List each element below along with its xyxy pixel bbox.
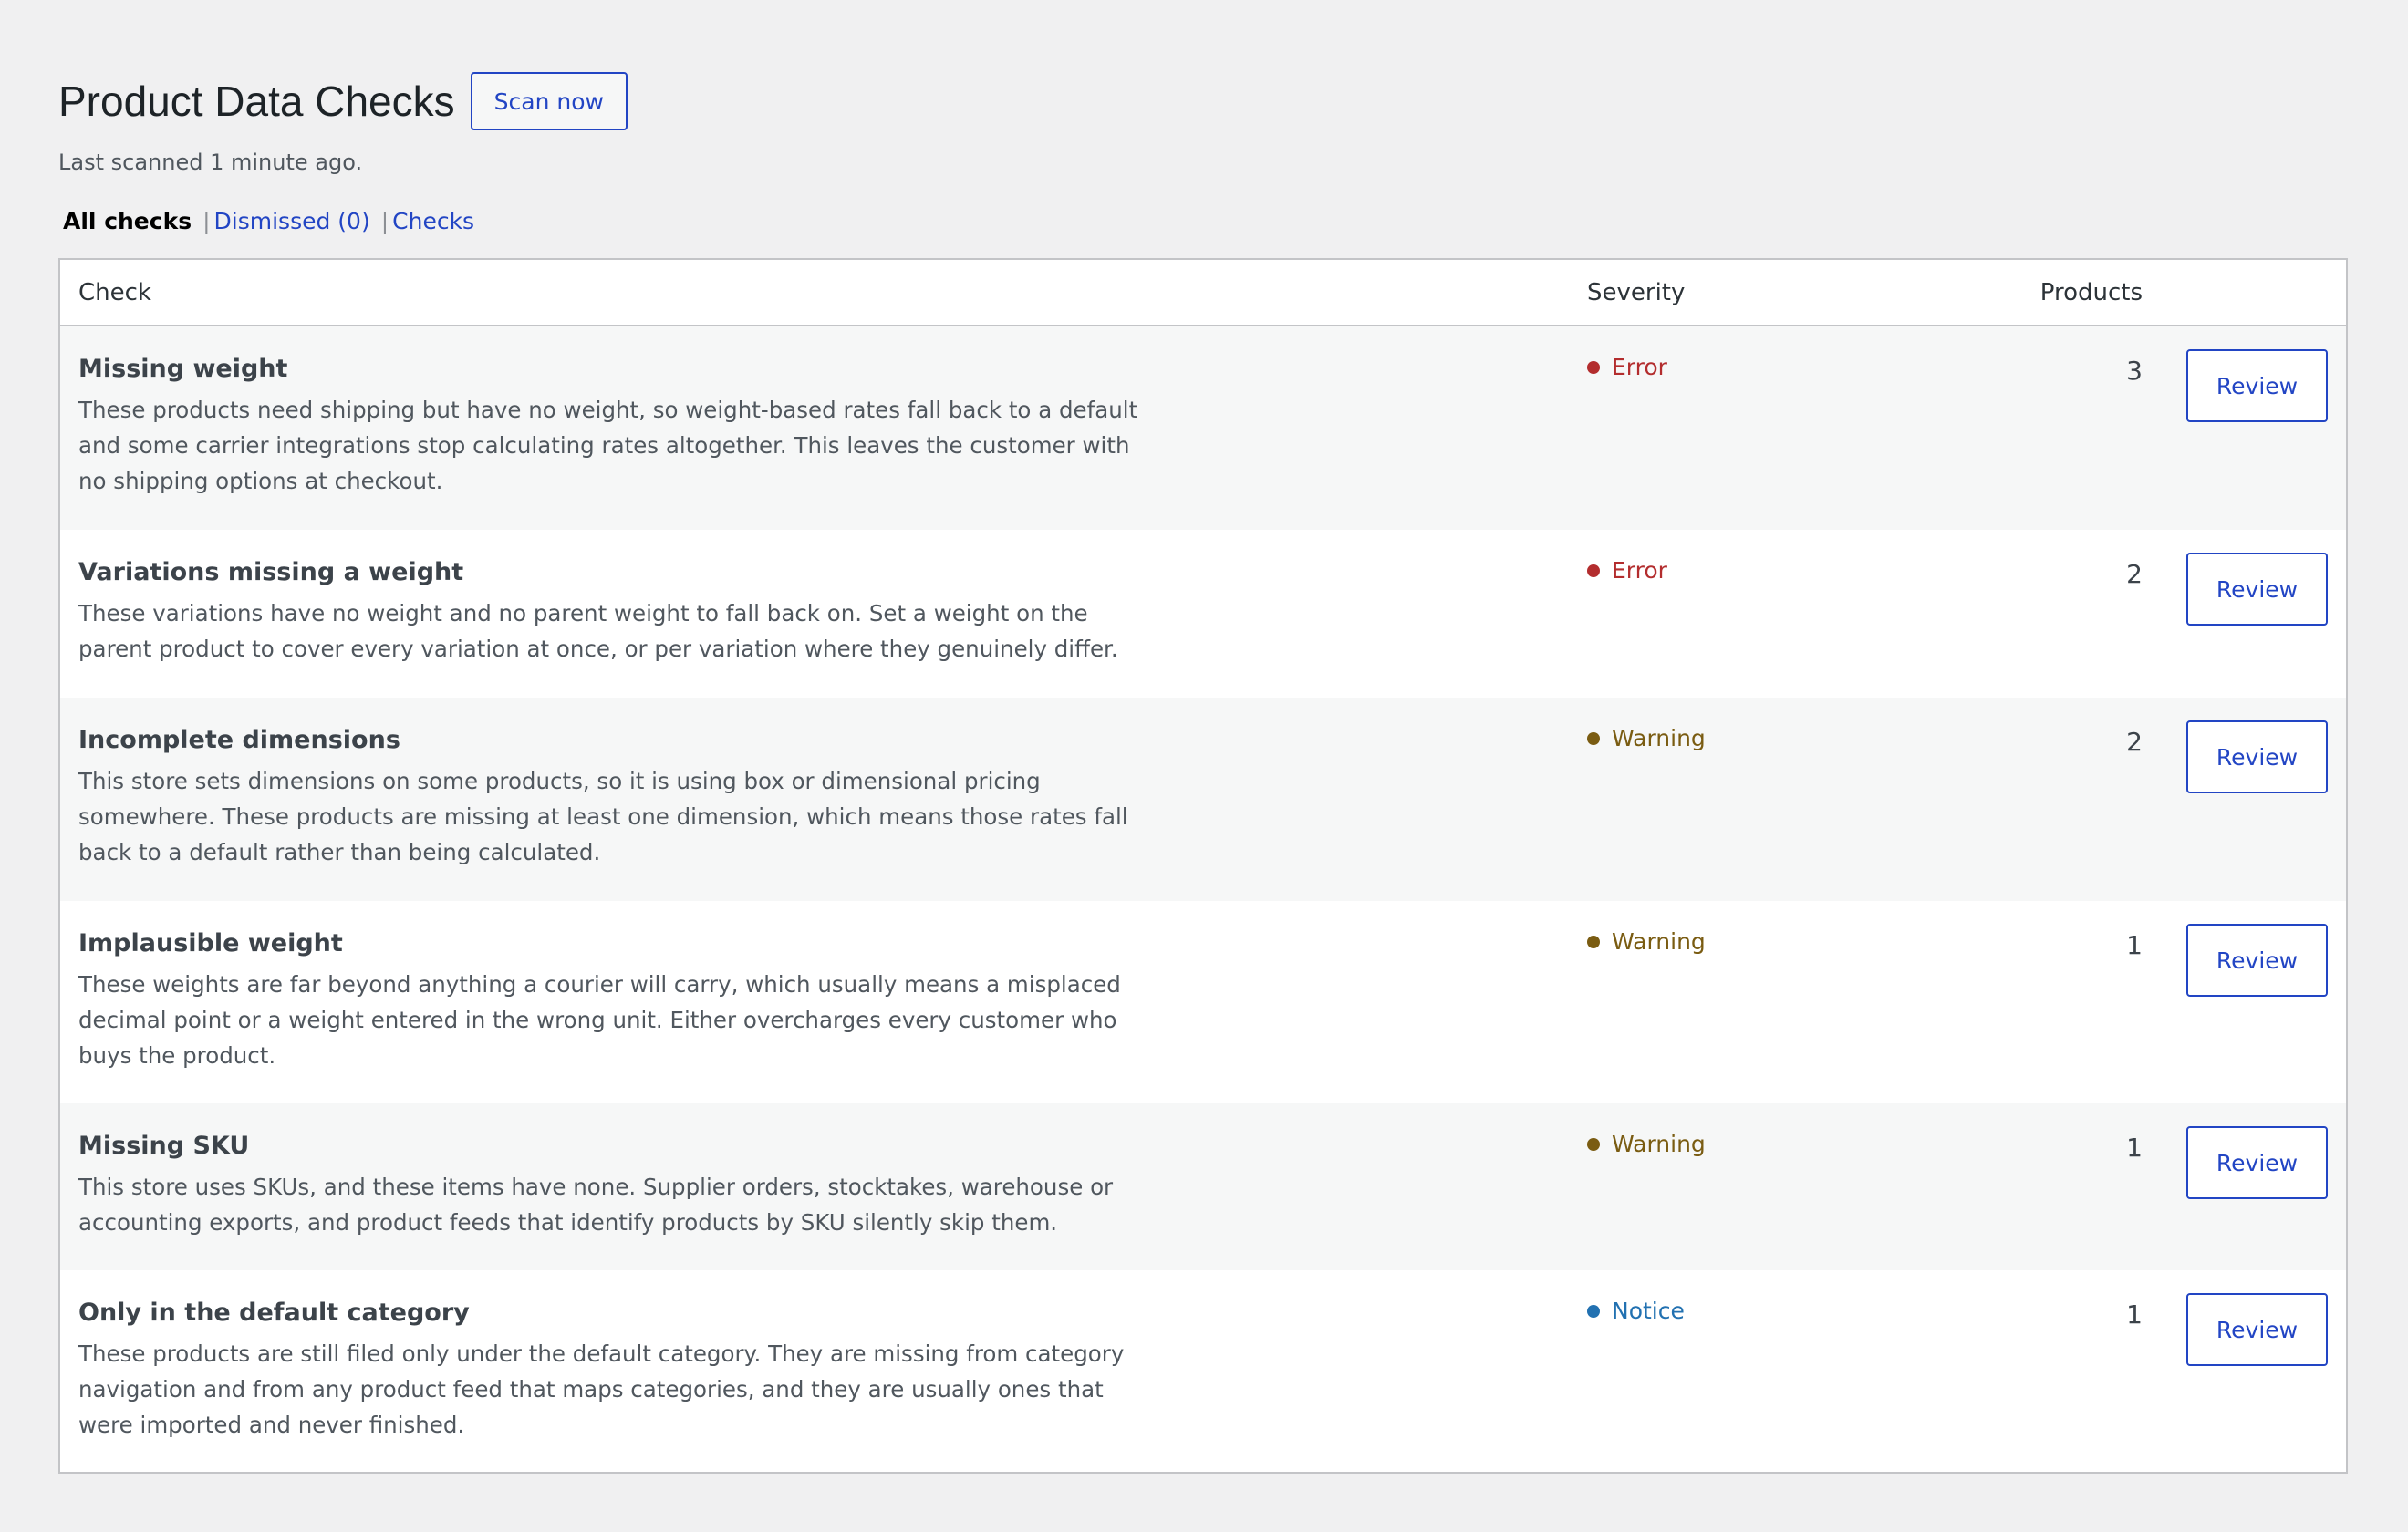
review-button[interactable]: Review	[2186, 720, 2328, 793]
check-title: Missing SKU	[78, 1132, 250, 1160]
check-cell: Variations missing a weight These variat…	[60, 555, 1580, 667]
check-description: These variations have no weight and no p…	[78, 600, 1118, 662]
checks-table: Check Severity Products Missing weight T…	[58, 258, 2348, 1474]
check-cell: Missing weight These products need shipp…	[60, 352, 1580, 499]
scan-now-button[interactable]: Scan now	[470, 72, 628, 130]
severity-cell: Warning	[1580, 926, 1877, 955]
action-cell: Review	[2146, 349, 2346, 422]
check-cell: Missing SKU This store uses SKUs, and th…	[60, 1129, 1580, 1240]
review-button[interactable]: Review	[2186, 924, 2328, 997]
check-description: This store uses SKUs, and these items ha…	[78, 1174, 1114, 1236]
severity-cell: Error	[1580, 555, 1877, 584]
table-row: Incomplete dimensions This store sets di…	[60, 698, 2346, 901]
product-count: 2	[2126, 559, 2143, 589]
severity-dot-icon	[1587, 564, 1600, 577]
severity-label: Notice	[1612, 1298, 1685, 1324]
severity-badge: Notice	[1587, 1298, 1877, 1324]
filter-separator: |	[202, 208, 211, 234]
products-cell: 2	[1877, 555, 2146, 589]
severity-cell: Warning	[1580, 723, 1877, 751]
table-row: Variations missing a weight These variat…	[60, 530, 2346, 698]
table-header: Check Severity Products	[60, 260, 2346, 326]
table-row: Only in the default category These produ…	[60, 1270, 2346, 1472]
severity-badge: Error	[1587, 354, 1877, 380]
products-cell: 1	[1877, 1129, 2146, 1163]
severity-label: Error	[1612, 557, 1667, 584]
table-row: Missing weight These products need shipp…	[60, 326, 2346, 530]
severity-dot-icon	[1587, 731, 1600, 745]
review-button[interactable]: Review	[2186, 553, 2328, 626]
column-header-check: Check	[78, 278, 151, 306]
review-button[interactable]: Review	[2186, 349, 2328, 422]
check-cell: Only in the default category These produ…	[60, 1296, 1580, 1443]
products-cell: 1	[1877, 926, 2146, 960]
check-description: These weights are far beyond anything a …	[78, 971, 1121, 1069]
check-title: Implausible weight	[78, 929, 343, 958]
severity-badge: Warning	[1587, 928, 1877, 955]
title-row: Product Data Checks Scan now	[58, 67, 2348, 135]
check-description: These products are still filed only unde…	[78, 1340, 1125, 1438]
review-button[interactable]: Review	[2186, 1293, 2328, 1366]
check-title: Only in the default category	[78, 1299, 470, 1327]
filter-separator: |	[380, 208, 389, 234]
column-header-severity: Severity	[1587, 278, 1686, 306]
products-cell: 2	[1877, 723, 2146, 757]
table-row: Implausible weight These weights are far…	[60, 901, 2346, 1103]
filter-checks[interactable]: Checks	[392, 208, 474, 234]
filter-all-checks[interactable]: All checks	[63, 208, 192, 234]
severity-label: Warning	[1612, 1131, 1706, 1157]
severity-label: Warning	[1612, 928, 1706, 955]
severity-label: Error	[1612, 354, 1667, 380]
severity-badge: Error	[1587, 557, 1877, 584]
action-cell: Review	[2146, 553, 2346, 626]
severity-dot-icon	[1587, 360, 1600, 374]
last-scanned-text: Last scanned 1 minute ago.	[58, 150, 363, 175]
products-cell: 3	[1877, 352, 2146, 386]
review-button[interactable]: Review	[2186, 1126, 2328, 1199]
severity-badge: Warning	[1587, 1131, 1877, 1157]
severity-cell: Error	[1580, 352, 1877, 380]
action-cell: Review	[2146, 1293, 2346, 1366]
product-count: 2	[2126, 727, 2143, 757]
check-description: These products need shipping but have no…	[78, 397, 1138, 494]
check-description: This store sets dimensions on some produ…	[78, 768, 1128, 865]
product-count: 1	[2126, 1133, 2143, 1163]
products-cell: 1	[1877, 1296, 2146, 1330]
product-count: 1	[2126, 930, 2143, 960]
severity-cell: Warning	[1580, 1129, 1877, 1157]
severity-dot-icon	[1587, 1137, 1600, 1151]
product-count: 3	[2126, 356, 2143, 386]
action-cell: Review	[2146, 1126, 2346, 1199]
check-cell: Incomplete dimensions This store sets di…	[60, 723, 1580, 870]
severity-label: Warning	[1612, 725, 1706, 751]
product-count: 1	[2126, 1299, 2143, 1330]
page-title: Product Data Checks	[58, 78, 455, 125]
check-title: Incomplete dimensions	[78, 726, 400, 754]
severity-cell: Notice	[1580, 1296, 1877, 1324]
page: Product Data Checks Scan now Last scanne…	[0, 0, 2348, 1474]
action-cell: Review	[2146, 924, 2346, 997]
severity-badge: Warning	[1587, 725, 1877, 751]
severity-dot-icon	[1587, 935, 1600, 948]
filter-links: All checks | Dismissed (0) | Checks	[58, 208, 2348, 234]
check-cell: Implausible weight These weights are far…	[60, 926, 1580, 1073]
check-title: Variations missing a weight	[78, 558, 464, 586]
filter-dismissed[interactable]: Dismissed (0)	[214, 208, 370, 234]
severity-dot-icon	[1587, 1304, 1600, 1318]
check-title: Missing weight	[78, 355, 288, 383]
column-header-products: Products	[2040, 278, 2143, 306]
table-row: Missing SKU This store uses SKUs, and th…	[60, 1103, 2346, 1270]
action-cell: Review	[2146, 720, 2346, 793]
